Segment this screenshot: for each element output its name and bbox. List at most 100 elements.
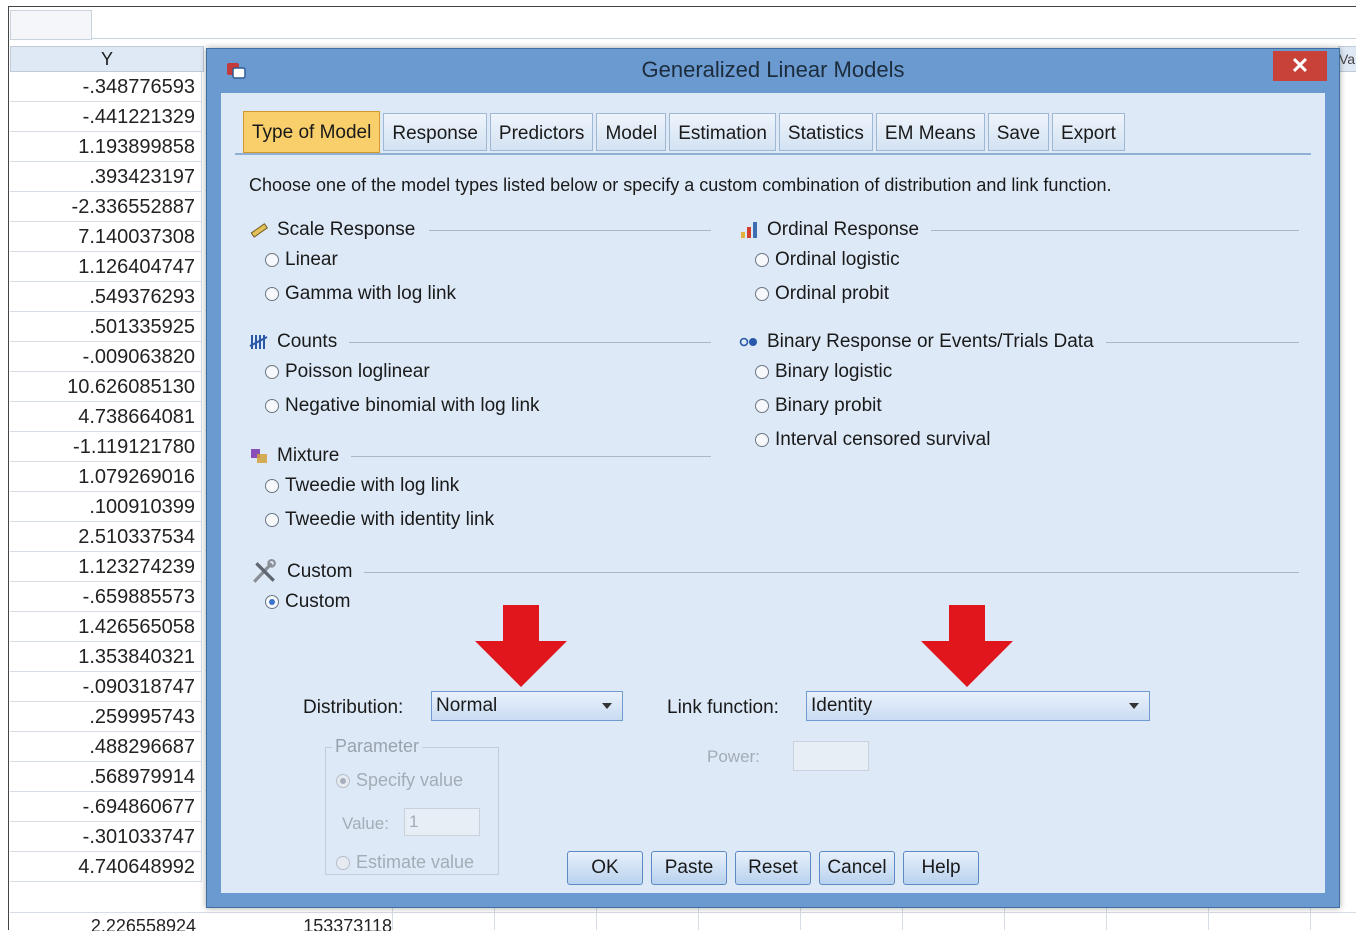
cell-name-box[interactable]	[10, 10, 92, 40]
cell-value[interactable]: 1.426565058	[10, 612, 202, 642]
ordinal-response-title: Ordinal Response	[767, 219, 920, 240]
tab-underline	[235, 153, 1311, 155]
cell-value[interactable]: .568979914	[10, 762, 202, 792]
ruler-icon	[250, 223, 268, 238]
cell-value[interactable]: .501335925	[10, 312, 202, 342]
cell-value[interactable]: .549376293	[10, 282, 202, 312]
cell-value[interactable]: 7.140037308	[10, 222, 202, 252]
generalized-linear-models-dialog: Generalized Linear Models ✕ Type of Mode…	[206, 48, 1340, 908]
cell-value[interactable]: 1.123274239	[10, 552, 202, 582]
cell-value[interactable]: 1.193899858	[10, 132, 202, 162]
distribution-select[interactable]: Normal	[431, 691, 623, 721]
cell-value[interactable]: 2.226558924	[10, 913, 196, 931]
counts-group: Counts Poisson loglinear Negative binomi…	[249, 329, 711, 423]
cell-value[interactable]: -.009063820	[10, 342, 202, 372]
custom-group: Custom Custom	[249, 559, 1299, 619]
radio-ordinal-probit[interactable]: Ordinal probit	[739, 277, 1299, 311]
radio-negative-binomial[interactable]: Negative binomial with log link	[249, 389, 711, 423]
dialog-titlebar[interactable]: Generalized Linear Models ✕	[207, 49, 1339, 93]
cell-value[interactable]: 4.738664081	[10, 402, 202, 432]
radio-tweedie-identity[interactable]: Tweedie with identity link	[249, 503, 711, 537]
red-arrow-icon	[921, 605, 1013, 687]
radio-binary-probit[interactable]: Binary probit	[739, 389, 1299, 423]
parameter-value-input[interactable]: 1	[404, 808, 480, 836]
link-function-select[interactable]: Identity	[806, 691, 1150, 721]
chevron-down-icon	[1129, 703, 1139, 709]
cell-value[interactable]: -.301033747	[10, 822, 202, 852]
paste-button[interactable]: Paste	[651, 851, 727, 885]
tab-type-of-model[interactable]: Type of Model	[243, 111, 381, 153]
bar-chart-icon	[741, 222, 757, 238]
cancel-button[interactable]: Cancel	[819, 851, 895, 885]
cell-value[interactable]: -.441221329	[10, 102, 202, 132]
tab-estimation[interactable]: Estimation	[669, 113, 776, 151]
intro-text: Choose one of the model types listed bel…	[249, 175, 1112, 195]
tally-icon	[249, 335, 268, 349]
scale-response-group: Scale Response Linear Gamma with log lin…	[249, 217, 711, 311]
window-frame-top	[8, 6, 1356, 7]
spreadsheet-last-row: 2.226558924 153373118	[10, 912, 1356, 931]
tab-save[interactable]: Save	[987, 113, 1050, 151]
binary-response-title: Binary Response or Events/Trials Data	[767, 331, 1094, 352]
red-arrow-icon	[475, 605, 567, 687]
dialog-title: Generalized Linear Models	[641, 57, 905, 82]
tools-icon	[253, 559, 276, 583]
link-function-label: Link function:	[667, 697, 779, 718]
tab-response[interactable]: Response	[383, 113, 487, 151]
radio-linear[interactable]: Linear	[249, 243, 711, 277]
parameter-group: Parameter Specify value Value: 1 Estimat…	[325, 736, 499, 875]
tab-statistics[interactable]: Statistics	[778, 113, 873, 151]
radio-specify-value[interactable]: Specify value	[336, 770, 463, 791]
radio-ordinal-logistic[interactable]: Ordinal logistic	[739, 243, 1299, 277]
cell-value[interactable]: .259995743	[10, 702, 202, 732]
close-button[interactable]: ✕	[1273, 51, 1327, 81]
distribution-label: Distribution:	[303, 697, 404, 718]
tab-export[interactable]: Export	[1052, 113, 1125, 151]
cell-value[interactable]: -.348776593	[10, 72, 202, 102]
tab-predictors[interactable]: Predictors	[489, 113, 594, 151]
cell-value[interactable]: 1.353840321	[10, 642, 202, 672]
column-header-next[interactable]: Va	[1338, 46, 1356, 72]
formula-bar[interactable]	[92, 10, 1356, 39]
y-column: -.348776593 -.441221329 1.193899858.393423…	[10, 72, 202, 882]
reset-button[interactable]: Reset	[735, 851, 811, 885]
help-button[interactable]: Help	[903, 851, 979, 885]
column-header-y[interactable]: Y	[10, 46, 204, 72]
cell-value[interactable]: .393423197	[10, 162, 202, 192]
dialog-client-area: Type of Model Response Predictors Model Esti…	[221, 93, 1325, 893]
chevron-down-icon	[602, 703, 612, 709]
binary-icon	[739, 337, 757, 347]
mixture-title: Mixture	[277, 445, 340, 466]
cell-value[interactable]: .100910399	[10, 492, 202, 522]
window-frame-left	[8, 6, 9, 930]
radio-tweedie-log[interactable]: Tweedie with log link	[249, 469, 711, 503]
cell-value[interactable]: -.694860677	[10, 792, 202, 822]
cell-value[interactable]: .488296687	[10, 732, 202, 762]
power-input[interactable]	[793, 741, 869, 771]
value-label: Value:	[342, 814, 389, 833]
radio-estimate-value[interactable]: Estimate value	[336, 852, 474, 873]
binary-response-group: Binary Response or Events/Trials Data Bi…	[739, 329, 1299, 457]
tab-em-means[interactable]: EM Means	[875, 113, 985, 151]
cell-value[interactable]: -.090318747	[10, 672, 202, 702]
cell-value[interactable]: 10.626085130	[10, 372, 202, 402]
cell-value[interactable]: 1.079269016	[10, 462, 202, 492]
counts-title: Counts	[277, 331, 338, 352]
mixture-icon	[251, 449, 267, 463]
cell-value[interactable]: 153373118	[206, 913, 392, 931]
radio-gamma-log[interactable]: Gamma with log link	[249, 277, 711, 311]
radio-poisson-loglinear[interactable]: Poisson loglinear	[249, 355, 711, 389]
cell-value[interactable]: 1.126404747	[10, 252, 202, 282]
cell-value[interactable]: 4.740648992	[10, 852, 202, 882]
radio-custom[interactable]: Custom	[249, 585, 1299, 619]
cell-value[interactable]: -2.336552887	[10, 192, 202, 222]
scale-response-title: Scale Response	[277, 219, 416, 240]
radio-interval-censored[interactable]: Interval censored survival	[739, 423, 1299, 457]
radio-binary-logistic[interactable]: Binary logistic	[739, 355, 1299, 389]
cell-value[interactable]: -1.119121780	[10, 432, 202, 462]
power-label: Power:	[707, 747, 760, 766]
tab-model[interactable]: Model	[596, 113, 667, 151]
cell-value[interactable]: -.659885573	[10, 582, 202, 612]
cell-value[interactable]: 2.510337534	[10, 522, 202, 552]
ok-button[interactable]: OK	[567, 851, 643, 885]
